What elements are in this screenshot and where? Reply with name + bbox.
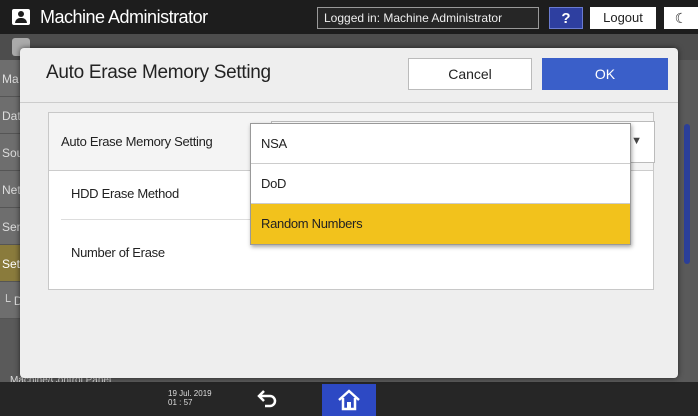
- dialog-divider: [20, 102, 678, 103]
- user-icon: [12, 9, 30, 25]
- top-bar: Machine Administrator Logged in: Machine…: [0, 0, 698, 34]
- hdd-erase-method-label: HDD Erase Method: [71, 186, 179, 201]
- logout-button[interactable]: Logout: [590, 7, 656, 29]
- dropdown-option-random-numbers[interactable]: Random Numbers: [251, 204, 630, 244]
- date-time: 19 Jul. 2019 01 : 57: [168, 389, 212, 407]
- login-status: Logged in: Machine Administrator: [317, 7, 539, 29]
- back-arrow-icon[interactable]: [254, 388, 280, 412]
- bottom-bar: 19 Jul. 2019 01 : 57: [0, 382, 698, 416]
- dropdown-option-nsa[interactable]: NSA: [251, 124, 630, 164]
- back-arrow-svg: [257, 390, 277, 408]
- ok-button[interactable]: OK: [542, 58, 668, 90]
- erase-method-dropdown: NSA DoD Random Numbers: [250, 123, 631, 245]
- date-text: 19 Jul. 2019: [168, 389, 212, 398]
- dialog-title: Auto Erase Memory Setting: [46, 62, 271, 83]
- number-of-erase-label: Number of Erase: [71, 245, 165, 260]
- scrollbar: [684, 124, 690, 264]
- caret-down-icon: ▼: [631, 135, 642, 147]
- user-title: Machine Administrator: [40, 7, 208, 27]
- help-button[interactable]: ?: [549, 7, 583, 29]
- home-button[interactable]: [322, 384, 376, 416]
- time-text: 01 : 57: [168, 398, 193, 407]
- moon-icon[interactable]: ☾: [664, 7, 698, 29]
- cancel-button[interactable]: Cancel: [408, 58, 532, 90]
- dropdown-option-dod[interactable]: DoD: [251, 164, 630, 204]
- home-icon: [338, 389, 360, 411]
- auto-erase-label: Auto Erase Memory Setting: [61, 134, 213, 149]
